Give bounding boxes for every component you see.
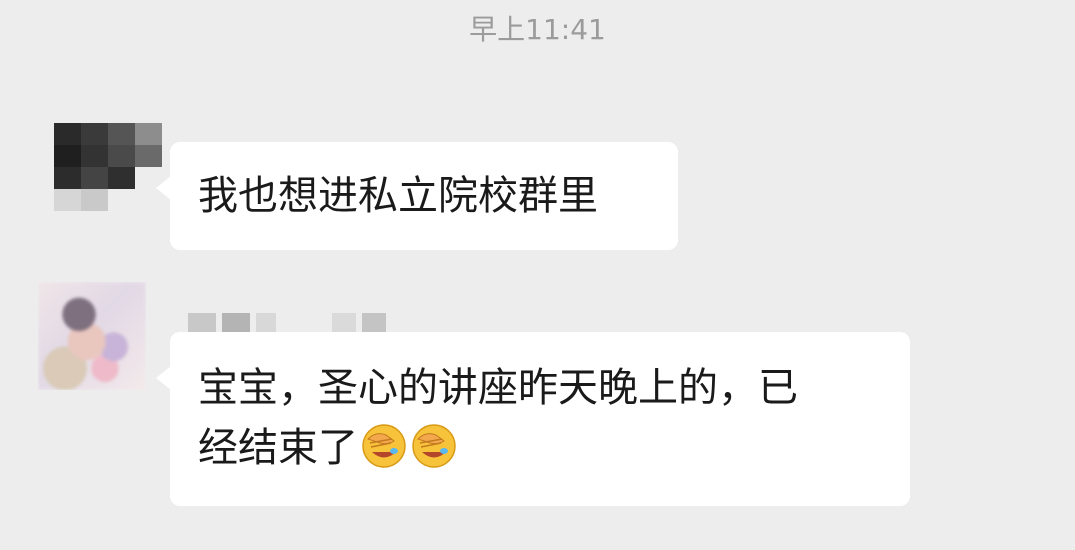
avatar-image — [38, 282, 146, 390]
message-text: 我也想进私立院校群里 — [198, 173, 598, 219]
message-text: 宝宝，圣心的讲座昨天晚上的，已 经结束了 — [198, 365, 798, 471]
face-palm-emoji — [362, 424, 406, 468]
avatar[interactable] — [38, 282, 146, 390]
face-palm-emoji — [412, 424, 456, 468]
avatar[interactable] — [54, 123, 162, 211]
chat-timestamp: 早上11:41 — [469, 13, 606, 46]
message-bubble[interactable]: 我也想进私立院校群里 — [156, 142, 678, 250]
message-bubble[interactable]: 宝宝，圣心的讲座昨天晚上的，已 经结束了 — [156, 332, 910, 506]
